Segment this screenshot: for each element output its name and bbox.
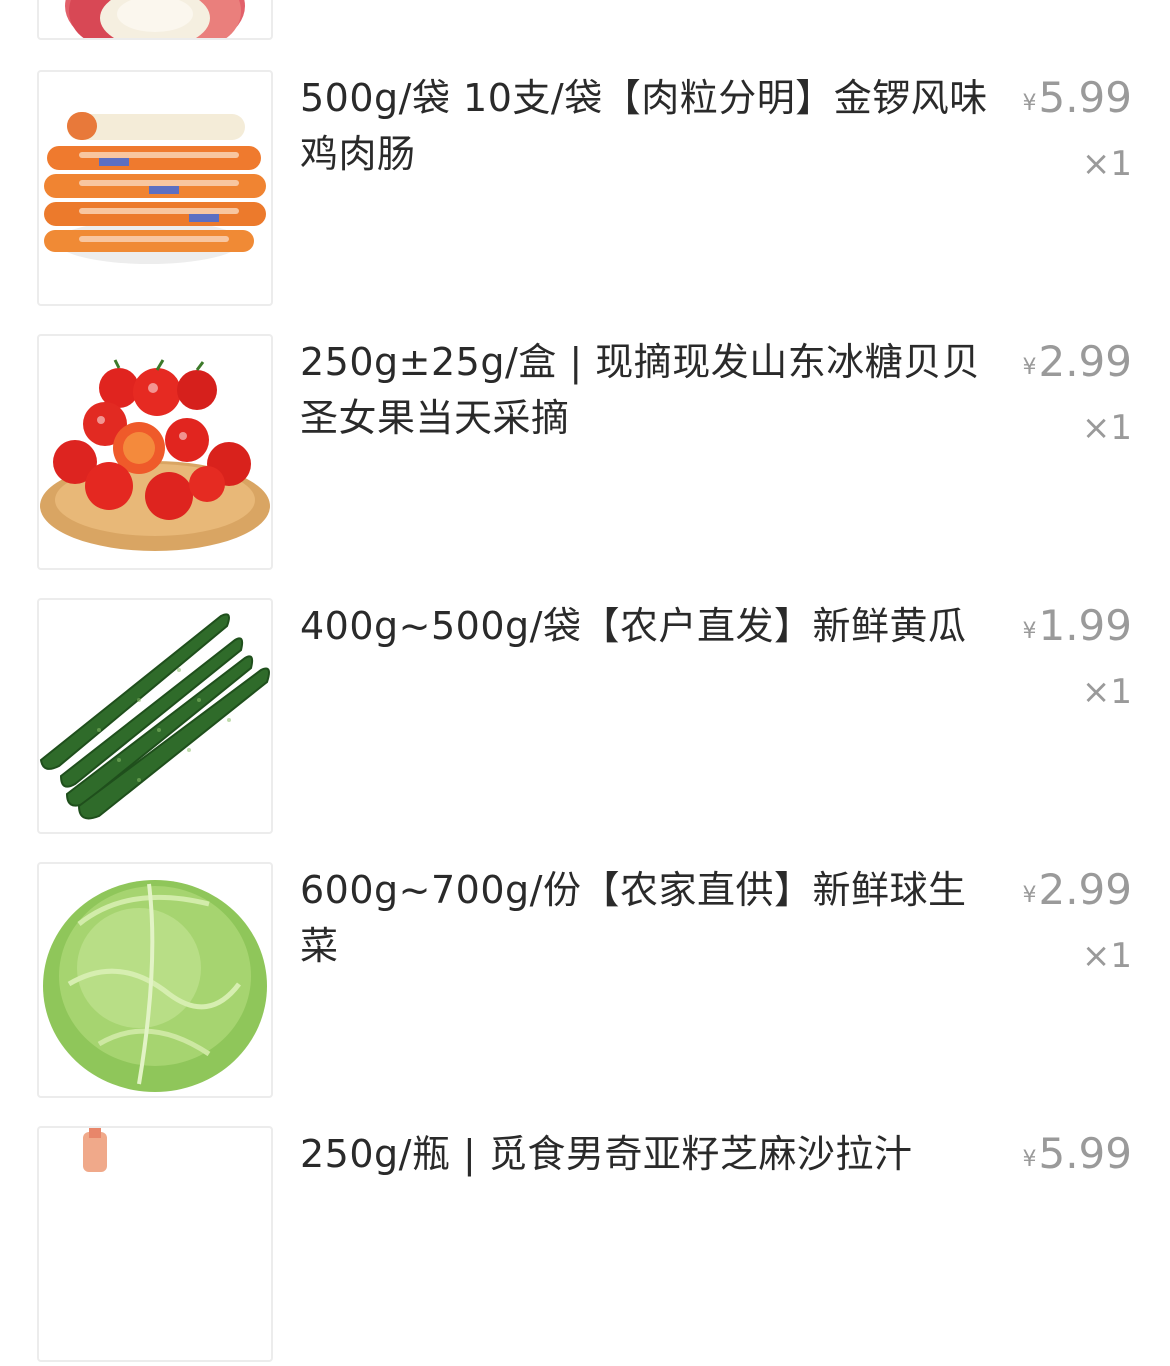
- item-title: 250g±25g/盒 | 现摘现发山东冰糖贝贝圣女果当天采摘: [300, 340, 981, 440]
- apple-image[interactable]: [37, 0, 273, 40]
- item-quantity: ×1: [1081, 408, 1132, 448]
- item-price: ¥5.99: [1022, 72, 1132, 124]
- price-amount: 5.99: [1038, 73, 1132, 122]
- order-item-chicken-sausage[interactable]: 500g/袋 10支/袋【肉粒分明】金锣风味鸡肉肠 ¥5.99 ×1: [0, 70, 1170, 310]
- item-price: ¥2.99: [1022, 864, 1132, 916]
- order-item-iceberg-lettuce[interactable]: 600g~700g/份【农家直供】新鲜球生菜 ¥2.99 ×1: [0, 862, 1170, 1102]
- salad-dressing-bottle-graphic: [83, 1128, 107, 1172]
- item-quantity: ×1: [1081, 144, 1132, 184]
- currency-symbol: ¥: [1022, 91, 1037, 116]
- salad-dressing-bottle-image[interactable]: [37, 1126, 273, 1362]
- price-amount: 1.99: [1038, 601, 1132, 650]
- price-amount: 5.99: [1038, 1129, 1132, 1178]
- chicken-sausage-graphic: [44, 112, 266, 264]
- iceberg-lettuce-graphic: [43, 880, 267, 1092]
- item-title: 500g/袋 10支/袋【肉粒分明】金锣风味鸡肉肠: [300, 76, 988, 176]
- item-price: ¥5.99: [1022, 1128, 1132, 1180]
- cherry-tomatoes-graphic: [40, 359, 270, 551]
- cherry-tomatoes-image[interactable]: [37, 334, 273, 570]
- order-item-salad-dressing[interactable]: 250g/瓶 | 觅食男奇亚籽芝麻沙拉汁 ¥5.99: [0, 1126, 1170, 1366]
- item-quantity: ×1: [1081, 672, 1132, 712]
- currency-symbol: ¥: [1022, 883, 1037, 908]
- iceberg-lettuce-image[interactable]: [37, 862, 273, 1098]
- order-item-apple[interactable]: [0, 0, 1170, 44]
- currency-symbol: ¥: [1022, 355, 1037, 380]
- cucumber-image[interactable]: [37, 598, 273, 834]
- order-item-cucumber[interactable]: 400g~500g/袋【农户直发】新鲜黄瓜 ¥1.99 ×1: [0, 598, 1170, 838]
- item-price: ¥1.99: [1022, 600, 1132, 652]
- order-item-cherry-tomatoes[interactable]: 250g±25g/盒 | 现摘现发山东冰糖贝贝圣女果当天采摘 ¥2.99 ×1: [0, 334, 1170, 574]
- price-amount: 2.99: [1038, 337, 1132, 386]
- chicken-sausage-image[interactable]: [37, 70, 273, 306]
- price-amount: 2.99: [1038, 865, 1132, 914]
- item-title: 250g/瓶 | 觅食男奇亚籽芝麻沙拉汁: [300, 1132, 913, 1176]
- apple-image-graphic: [65, 0, 245, 38]
- order-item-list: 500g/袋 10支/袋【肉粒分明】金锣风味鸡肉肠 ¥5.99 ×1 250g±…: [0, 0, 1170, 1362]
- item-title: 600g~700g/份【农家直供】新鲜球生菜: [300, 868, 967, 968]
- item-title: 400g~500g/袋【农户直发】新鲜黄瓜: [300, 604, 967, 648]
- currency-symbol: ¥: [1022, 619, 1037, 644]
- item-quantity: ×1: [1081, 936, 1132, 976]
- cucumber-graphic: [39, 613, 270, 820]
- item-price: ¥2.99: [1022, 336, 1132, 388]
